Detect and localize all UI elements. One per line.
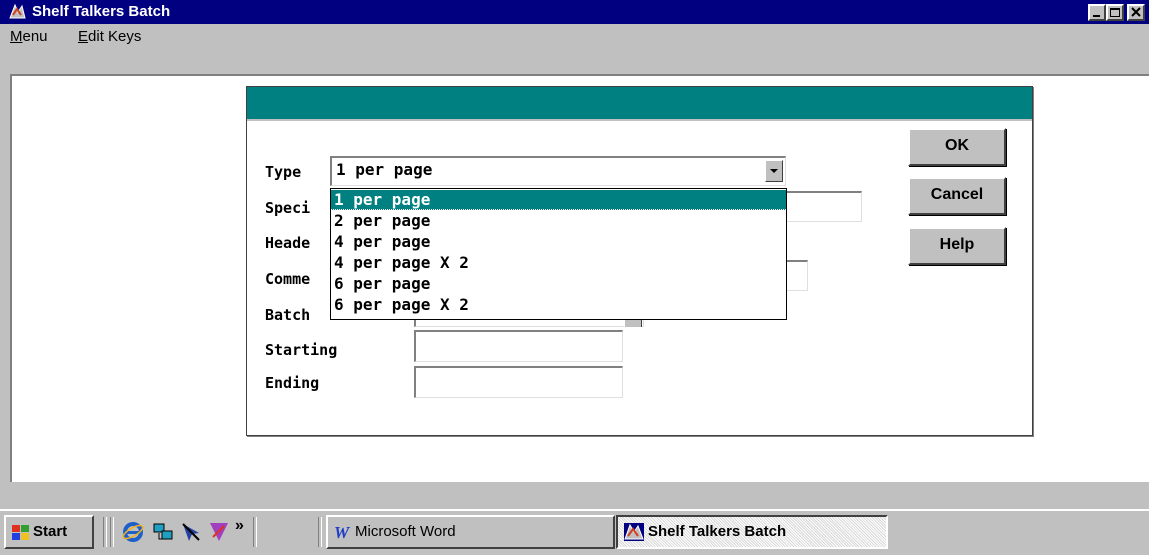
taskbar-separator <box>318 517 322 547</box>
taskbar: Start » W Microsoft Word Shelf Talkers B… <box>0 509 1149 555</box>
type-option[interactable]: 6 per page X 2 <box>331 295 786 315</box>
taskbar-item-label: Shelf Talkers Batch <box>648 523 787 540</box>
maximize-icon <box>1110 8 1120 17</box>
quick-launch-more[interactable]: » <box>235 517 244 535</box>
chevron-down-icon <box>770 169 778 173</box>
type-option[interactable]: 4 per page X 2 <box>331 253 786 273</box>
taskbar-separator <box>253 517 257 547</box>
close-button[interactable] <box>1127 4 1145 21</box>
type-dropdown-list: 1 per page 2 per page 4 per page 4 per p… <box>330 188 787 320</box>
start-button[interactable]: Start <box>4 515 94 549</box>
close-icon <box>1131 7 1141 17</box>
ending-field[interactable] <box>414 366 623 398</box>
taskbar-separator <box>103 517 107 547</box>
star-icon[interactable] <box>208 521 230 543</box>
menu-bar: Menu Edit Keys <box>0 24 1149 48</box>
type-label: Type <box>265 163 302 181</box>
type-option[interactable]: 2 per page <box>331 211 786 231</box>
menu-item-edit-keys[interactable]: Edit Keys <box>78 28 141 45</box>
network-icon[interactable] <box>152 521 174 543</box>
specific-label: Speci <box>265 199 311 217</box>
starting-field[interactable] <box>414 330 623 362</box>
taskbar-item-word[interactable]: W Microsoft Word <box>326 515 615 549</box>
app-icon <box>624 523 644 541</box>
ok-button[interactable]: OK <box>908 128 1006 166</box>
type-option[interactable]: 1 per page <box>331 190 786 210</box>
starting-label: Starting <box>265 341 338 359</box>
header-label: Heade <box>265 234 311 252</box>
maximize-button[interactable] <box>1106 4 1124 21</box>
windows-logo-icon <box>12 525 29 540</box>
dialog-header <box>247 87 1032 121</box>
taskbar-item-shelf-talkers[interactable]: Shelf Talkers Batch <box>616 515 888 549</box>
type-option[interactable]: 6 per page <box>331 274 786 294</box>
word-icon: W <box>334 523 351 541</box>
taskbar-item-label: Microsoft Word <box>355 523 456 540</box>
window-title: Shelf Talkers Batch <box>32 3 171 20</box>
arrow-icon[interactable] <box>180 521 202 543</box>
batch-label: Batch <box>265 306 311 324</box>
minimize-icon <box>1093 15 1100 17</box>
internet-explorer-icon[interactable] <box>122 521 144 543</box>
type-option[interactable]: 4 per page <box>331 232 786 252</box>
type-combobox[interactable]: 1 per page <box>330 156 786 186</box>
ending-label: Ending <box>265 374 320 392</box>
svg-text:W: W <box>334 523 351 541</box>
menu-item-menu[interactable]: Menu <box>10 28 48 45</box>
app-icon <box>9 3 26 20</box>
dropdown-button[interactable] <box>765 160 783 182</box>
minimize-button[interactable] <box>1088 4 1106 21</box>
title-bar: Shelf Talkers Batch <box>0 0 1149 24</box>
specific-field[interactable] <box>780 191 862 222</box>
start-label: Start <box>33 523 68 540</box>
help-button[interactable]: Help <box>908 227 1006 265</box>
cancel-button[interactable]: Cancel <box>908 177 1006 215</box>
type-combobox-value: 1 per page <box>336 160 433 179</box>
comment-label: Comme <box>265 270 311 288</box>
taskbar-separator <box>110 517 114 547</box>
